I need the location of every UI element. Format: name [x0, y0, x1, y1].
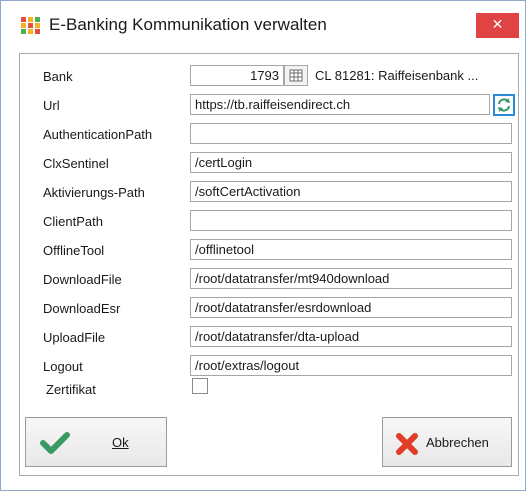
url-field[interactable]: https://tb.raiffeisendirect.ch	[190, 94, 490, 115]
logout-label: Logout	[43, 359, 83, 374]
checkmark-icon	[40, 432, 70, 454]
offline-tool-label: OfflineTool	[43, 243, 105, 258]
refresh-button[interactable]	[493, 94, 515, 116]
ok-button-label: Ok	[112, 435, 129, 450]
app-grid-icon	[21, 17, 40, 34]
zertifikat-label: Zertifikat	[46, 382, 96, 397]
logout-field[interactable]: /root/extras/logout	[190, 355, 512, 376]
dialog-window: E-Banking Kommunikation verwalten ✕ Bank…	[0, 0, 526, 491]
upload-file-label: UploadFile	[43, 330, 106, 345]
aktivierungs-path-label: Aktivierungs-Path	[43, 185, 145, 200]
refresh-icon	[498, 98, 510, 112]
offline-tool-field[interactable]: /offlinetool	[190, 239, 512, 260]
title-bar: E-Banking Kommunikation verwalten ✕	[1, 1, 525, 45]
bank-picker-button[interactable]	[284, 65, 308, 86]
clx-sentinel-label: ClxSentinel	[43, 156, 109, 171]
cancel-button[interactable]: Abbrechen	[382, 417, 512, 467]
client-path-label: ClientPath	[43, 214, 103, 229]
authentication-path-field[interactable]	[190, 123, 512, 144]
aktivierungs-path-field[interactable]: /softCertActivation	[190, 181, 512, 202]
client-path-field[interactable]	[190, 210, 512, 231]
bank-label: Bank	[43, 69, 73, 84]
url-label: Url	[43, 98, 60, 113]
clx-sentinel-field[interactable]: /certLogin	[190, 152, 512, 173]
table-icon	[289, 69, 303, 82]
cancel-x-icon	[396, 433, 418, 455]
close-icon: ✕	[491, 17, 504, 33]
form-panel: Bank 1793 CL 81281: Raiffeisenbank ... U…	[19, 53, 519, 476]
upload-file-field[interactable]: /root/datatransfer/dta-upload	[190, 326, 512, 347]
download-esr-label: DownloadEsr	[43, 301, 121, 316]
authentication-path-label: AuthenticationPath	[43, 127, 153, 142]
download-esr-field[interactable]: /root/datatransfer/esrdownload	[190, 297, 512, 318]
cancel-button-label: Abbrechen	[426, 435, 489, 450]
ok-button[interactable]: Ok	[25, 417, 167, 467]
download-file-field[interactable]: /root/datatransfer/mt940download	[190, 268, 512, 289]
bank-number-field[interactable]: 1793	[190, 65, 284, 86]
bank-name-text: CL 81281: Raiffeisenbank ...	[315, 68, 479, 83]
close-button[interactable]: ✕	[476, 13, 519, 38]
window-title: E-Banking Kommunikation verwalten	[49, 15, 327, 34]
download-file-label: DownloadFile	[43, 272, 122, 287]
zertifikat-checkbox[interactable]	[192, 378, 208, 394]
